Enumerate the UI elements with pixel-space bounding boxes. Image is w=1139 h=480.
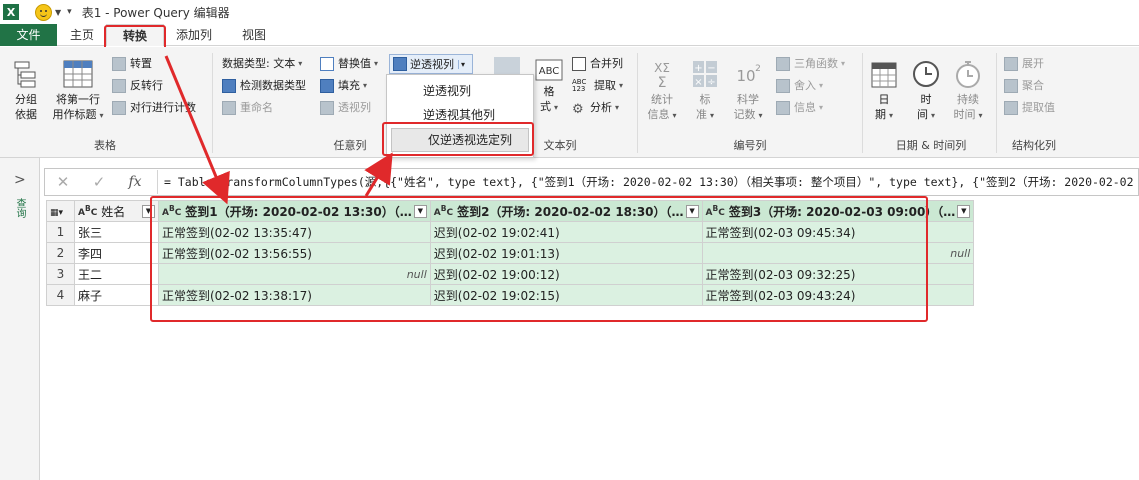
annotation-arrows: [164, 55, 393, 205]
arrow-tab-to-columns: [164, 55, 230, 205]
arrow-columns-to-menu: [364, 152, 393, 197]
